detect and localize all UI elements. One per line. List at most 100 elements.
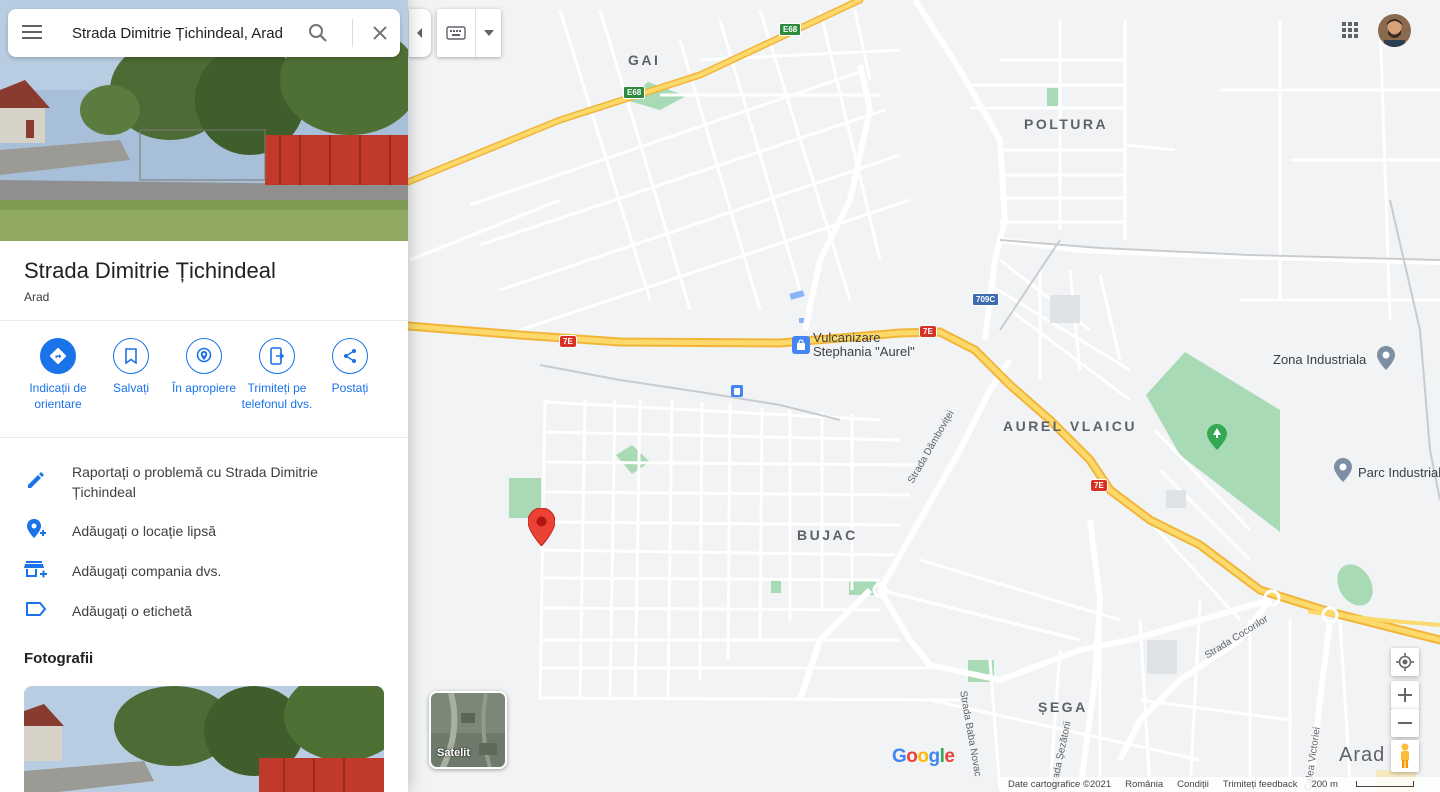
- input-tools-button[interactable]: [437, 9, 501, 57]
- poi-label-vulcanizare[interactable]: Vulcanizare Stephania "Aurel": [813, 331, 933, 359]
- road-shield-e68: E68: [779, 23, 802, 36]
- place-marker-icon[interactable]: [1377, 346, 1395, 375]
- save-button[interactable]: Salvați: [93, 338, 169, 396]
- add-business-row[interactable]: Adăugați compania dvs.: [0, 549, 408, 589]
- park-area: [616, 445, 650, 474]
- send-to-phone-button[interactable]: Trimiteți pe telefonul dvs.: [239, 338, 315, 412]
- close-icon[interactable]: [368, 21, 392, 45]
- city-label-arad: Arad: [1339, 744, 1386, 766]
- map-graphics: [408, 0, 1440, 792]
- place-title: Strada Dimitrie Țichindeal: [24, 258, 276, 283]
- send-to-phone-label: Trimiteți pe telefonul dvs.: [241, 381, 313, 411]
- plus-icon: [1398, 688, 1412, 702]
- photos-section-title: Fotografii: [24, 650, 94, 667]
- building-block: [1166, 490, 1186, 508]
- poi-label-zona-industriala[interactable]: Zona Industriala: [1273, 353, 1366, 367]
- search-box[interactable]: [8, 9, 400, 57]
- shopping-bag-icon[interactable]: [792, 336, 810, 354]
- scale-bar: [1355, 781, 1414, 788]
- scale-indicator[interactable]: 200 m: [1311, 779, 1427, 790]
- place-subtitle: Arad: [24, 290, 50, 304]
- maps-window: GAI POLTURA AUREL VLAICU BUJAC ȘEGA Arad…: [0, 0, 1440, 792]
- map-footer: Date cartografice ©2021 România Condiții…: [1000, 777, 1440, 792]
- road-shield-709c: 709C: [972, 293, 1000, 306]
- nearby-icon: [186, 338, 222, 374]
- avatar[interactable]: [1378, 14, 1411, 47]
- map-canvas[interactable]: GAI POLTURA AUREL VLAICU BUJAC ȘEGA Arad…: [408, 0, 1440, 792]
- side-panel: Strada Dimitrie Țichindeal Arad Indicați…: [0, 0, 408, 792]
- add-label-row[interactable]: Adăugați o etichetă: [0, 589, 408, 629]
- nearby-button[interactable]: În apropiere: [166, 338, 242, 396]
- add-business-label: Adăugați compania dvs.: [72, 563, 222, 579]
- map-data-attribution: Date cartografice ©2021: [1008, 779, 1112, 790]
- transit-station-icon[interactable]: [731, 385, 743, 397]
- road-shield-7e: 7E: [1090, 479, 1108, 492]
- search-input[interactable]: [72, 21, 302, 45]
- photo-card[interactable]: [24, 686, 384, 792]
- search-divider: [352, 19, 353, 47]
- directions-button[interactable]: Indicații de orientare: [20, 338, 96, 412]
- poi-label-parc-industrial[interactable]: Parc Industrial: [1358, 466, 1440, 480]
- nearby-label: În apropiere: [171, 381, 237, 395]
- add-missing-place-row[interactable]: Adăugați o locație lipsă: [0, 509, 408, 549]
- my-location-icon: [1396, 653, 1414, 671]
- highways: [408, 0, 1440, 645]
- selected-location-pin-icon[interactable]: [527, 507, 556, 551]
- apps-grid-icon[interactable]: [1338, 18, 1362, 42]
- directions-icon: [40, 338, 76, 374]
- road-shield-e68: E68: [623, 86, 646, 99]
- satellite-layer-toggle[interactable]: Satelit: [429, 691, 507, 769]
- zoom-out-button[interactable]: [1391, 709, 1419, 737]
- send-feedback-link[interactable]: Trimiteți feedback: [1223, 779, 1298, 790]
- report-problem-row[interactable]: Raportați o problemă cu Strada Dimitrie …: [0, 452, 408, 504]
- add-label-label: Adăugați o etichetă: [72, 603, 192, 619]
- save-label: Salvați: [112, 381, 150, 395]
- area-label-gai: GAI: [628, 52, 661, 68]
- park-area: [1337, 564, 1373, 606]
- road-shield-7e: 7E: [559, 335, 577, 348]
- send-to-phone-icon: [259, 338, 295, 374]
- add-location-icon: [24, 517, 48, 541]
- park-marker-icon[interactable]: [1207, 424, 1227, 455]
- share-icon: [332, 338, 368, 374]
- report-problem-label: Raportați o problemă cu Strada Dimitrie …: [72, 464, 318, 500]
- building-block: [1147, 640, 1177, 674]
- terms-link[interactable]: Condiții: [1177, 779, 1209, 790]
- zoom-in-button[interactable]: [1391, 681, 1419, 709]
- scale-label: 200 m: [1311, 779, 1338, 790]
- pegman-icon: [1401, 743, 1409, 768]
- keyboard-icon: [446, 26, 466, 40]
- street-grid: [409, 9, 1440, 791]
- menu-hamburger-icon[interactable]: [20, 21, 44, 45]
- add-business-icon: [24, 557, 48, 581]
- my-location-button[interactable]: [1391, 648, 1419, 676]
- railway: [539, 199, 1440, 501]
- label-icon: [24, 597, 48, 621]
- share-button[interactable]: Postați: [312, 338, 388, 396]
- bookmark-icon: [113, 338, 149, 374]
- country-link[interactable]: România: [1125, 779, 1163, 790]
- building-block: [1050, 295, 1080, 323]
- street-view-pegman-button[interactable]: [1391, 740, 1419, 772]
- chevron-down-icon[interactable]: [484, 30, 494, 36]
- add-missing-place-label: Adăugați o locație lipsă: [72, 523, 216, 539]
- collapse-panel-button[interactable]: [409, 9, 431, 57]
- divider: [0, 320, 408, 321]
- edit-pencil-icon: [24, 468, 48, 492]
- area-label-poltura: POLTURA: [1024, 116, 1109, 132]
- road-shield-7e: 7E: [919, 325, 937, 338]
- area-label-aurel-vlaicu: AUREL VLAICU: [1003, 418, 1137, 434]
- minus-icon: [1398, 722, 1412, 724]
- search-icon[interactable]: [306, 21, 330, 45]
- area-label-sega: ȘEGA: [1038, 699, 1088, 715]
- divider: [475, 9, 476, 57]
- water-area: [789, 290, 805, 300]
- park-area: [1047, 88, 1058, 106]
- caret-left-icon: [417, 28, 422, 38]
- directions-label: Indicații de orientare: [29, 381, 87, 411]
- google-logo: Google: [892, 746, 955, 767]
- area-label-bujac: BUJAC: [797, 527, 858, 543]
- place-marker-icon[interactable]: [1334, 458, 1352, 487]
- share-label: Postați: [331, 381, 369, 395]
- divider: [0, 437, 408, 438]
